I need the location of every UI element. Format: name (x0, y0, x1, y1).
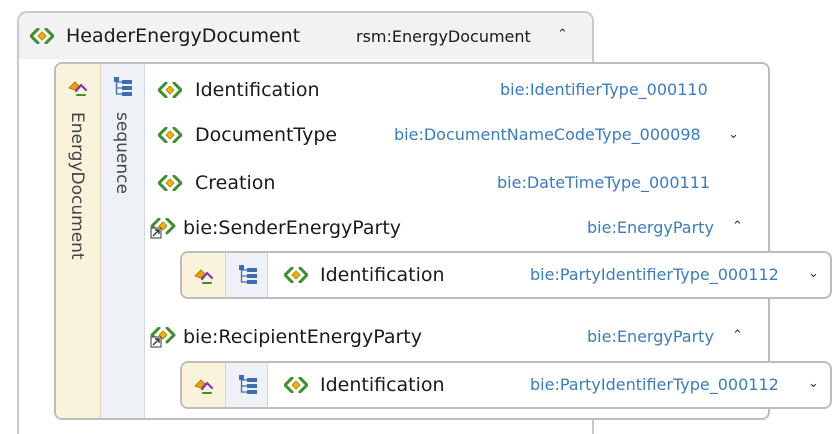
expand-icon[interactable]: ⌄︎ (808, 266, 819, 281)
element-type: bie:IdentifierType_000110 (500, 80, 708, 99)
element-name: DocumentType (195, 124, 338, 146)
sequence-icon (113, 76, 133, 97)
element-name: Identification (195, 79, 320, 101)
nested-element-row[interactable]: Identification bie:PartyIdentifierType_0… (272, 253, 828, 297)
child-element-row[interactable]: Identification bie:IdentifierType_000110 (150, 72, 750, 108)
element-type: bie:DocumentNameCodeType_000098 (394, 125, 701, 144)
element-type: bie:PartyIdentifierType_000112 (530, 375, 779, 394)
child-element-row[interactable]: bie:SenderEnergyParty bie:EnergyParty ⌃︎ (150, 210, 750, 246)
collapse-icon[interactable]: ⌃︎ (732, 328, 743, 343)
element-icon (158, 82, 182, 98)
complex-type-name: EnergyDocument (67, 112, 87, 260)
root-element-header[interactable]: HeaderEnergyDocument rsm:EnergyDocument … (19, 13, 592, 59)
element-type: bie:DateTimeType_000111 (497, 173, 711, 192)
sequence-icon (238, 264, 258, 285)
element-type: bie:EnergyParty (587, 327, 714, 346)
sequence-icon (238, 374, 258, 395)
element-name: bie:RecipientEnergyParty (183, 326, 422, 348)
sequence-strip: sequence (101, 64, 145, 418)
element-name: Identification (320, 264, 445, 286)
collapse-icon[interactable]: ⌃︎ (732, 219, 743, 234)
complex-type-strip (182, 253, 226, 297)
complex-type-icon (192, 264, 214, 286)
sequence-strip (226, 253, 268, 297)
element-icon (158, 127, 182, 143)
collapse-icon[interactable]: ⌃︎ (557, 27, 568, 42)
root-element-name: HeaderEnergyDocument (66, 25, 301, 47)
child-element-row[interactable]: DocumentType bie:DocumentNameCodeType_00… (150, 117, 750, 153)
element-icon (284, 377, 308, 393)
element-icon (284, 267, 308, 283)
element-type: bie:EnergyParty (587, 218, 714, 237)
expand-icon[interactable]: ⌄︎ (808, 376, 819, 391)
complex-type-icon (66, 76, 88, 98)
element-icon (158, 175, 182, 191)
nested-element-row[interactable]: Identification bie:PartyIdentifierType_0… (272, 363, 828, 407)
sequence-strip (226, 363, 268, 407)
child-element-row[interactable]: bie:RecipientEnergyParty bie:EnergyParty… (150, 319, 750, 355)
expand-icon[interactable]: ⌄︎ (728, 127, 739, 142)
element-type: bie:PartyIdentifierType_000112 (530, 265, 779, 284)
complex-type-strip: EnergyDocument (56, 64, 101, 418)
element-reference-icon (150, 327, 176, 349)
element-name: Creation (195, 172, 276, 194)
root-element-type: rsm:EnergyDocument (356, 27, 531, 46)
sequence-label: sequence (112, 112, 132, 194)
element-name: Identification (320, 374, 445, 396)
element-reference-icon (150, 218, 176, 240)
element-icon (30, 28, 54, 44)
child-element-row[interactable]: Creation bie:DateTimeType_000111 (150, 165, 750, 201)
complex-type-icon (192, 374, 214, 396)
complex-type-strip (182, 363, 226, 407)
element-name: bie:SenderEnergyParty (183, 217, 402, 239)
